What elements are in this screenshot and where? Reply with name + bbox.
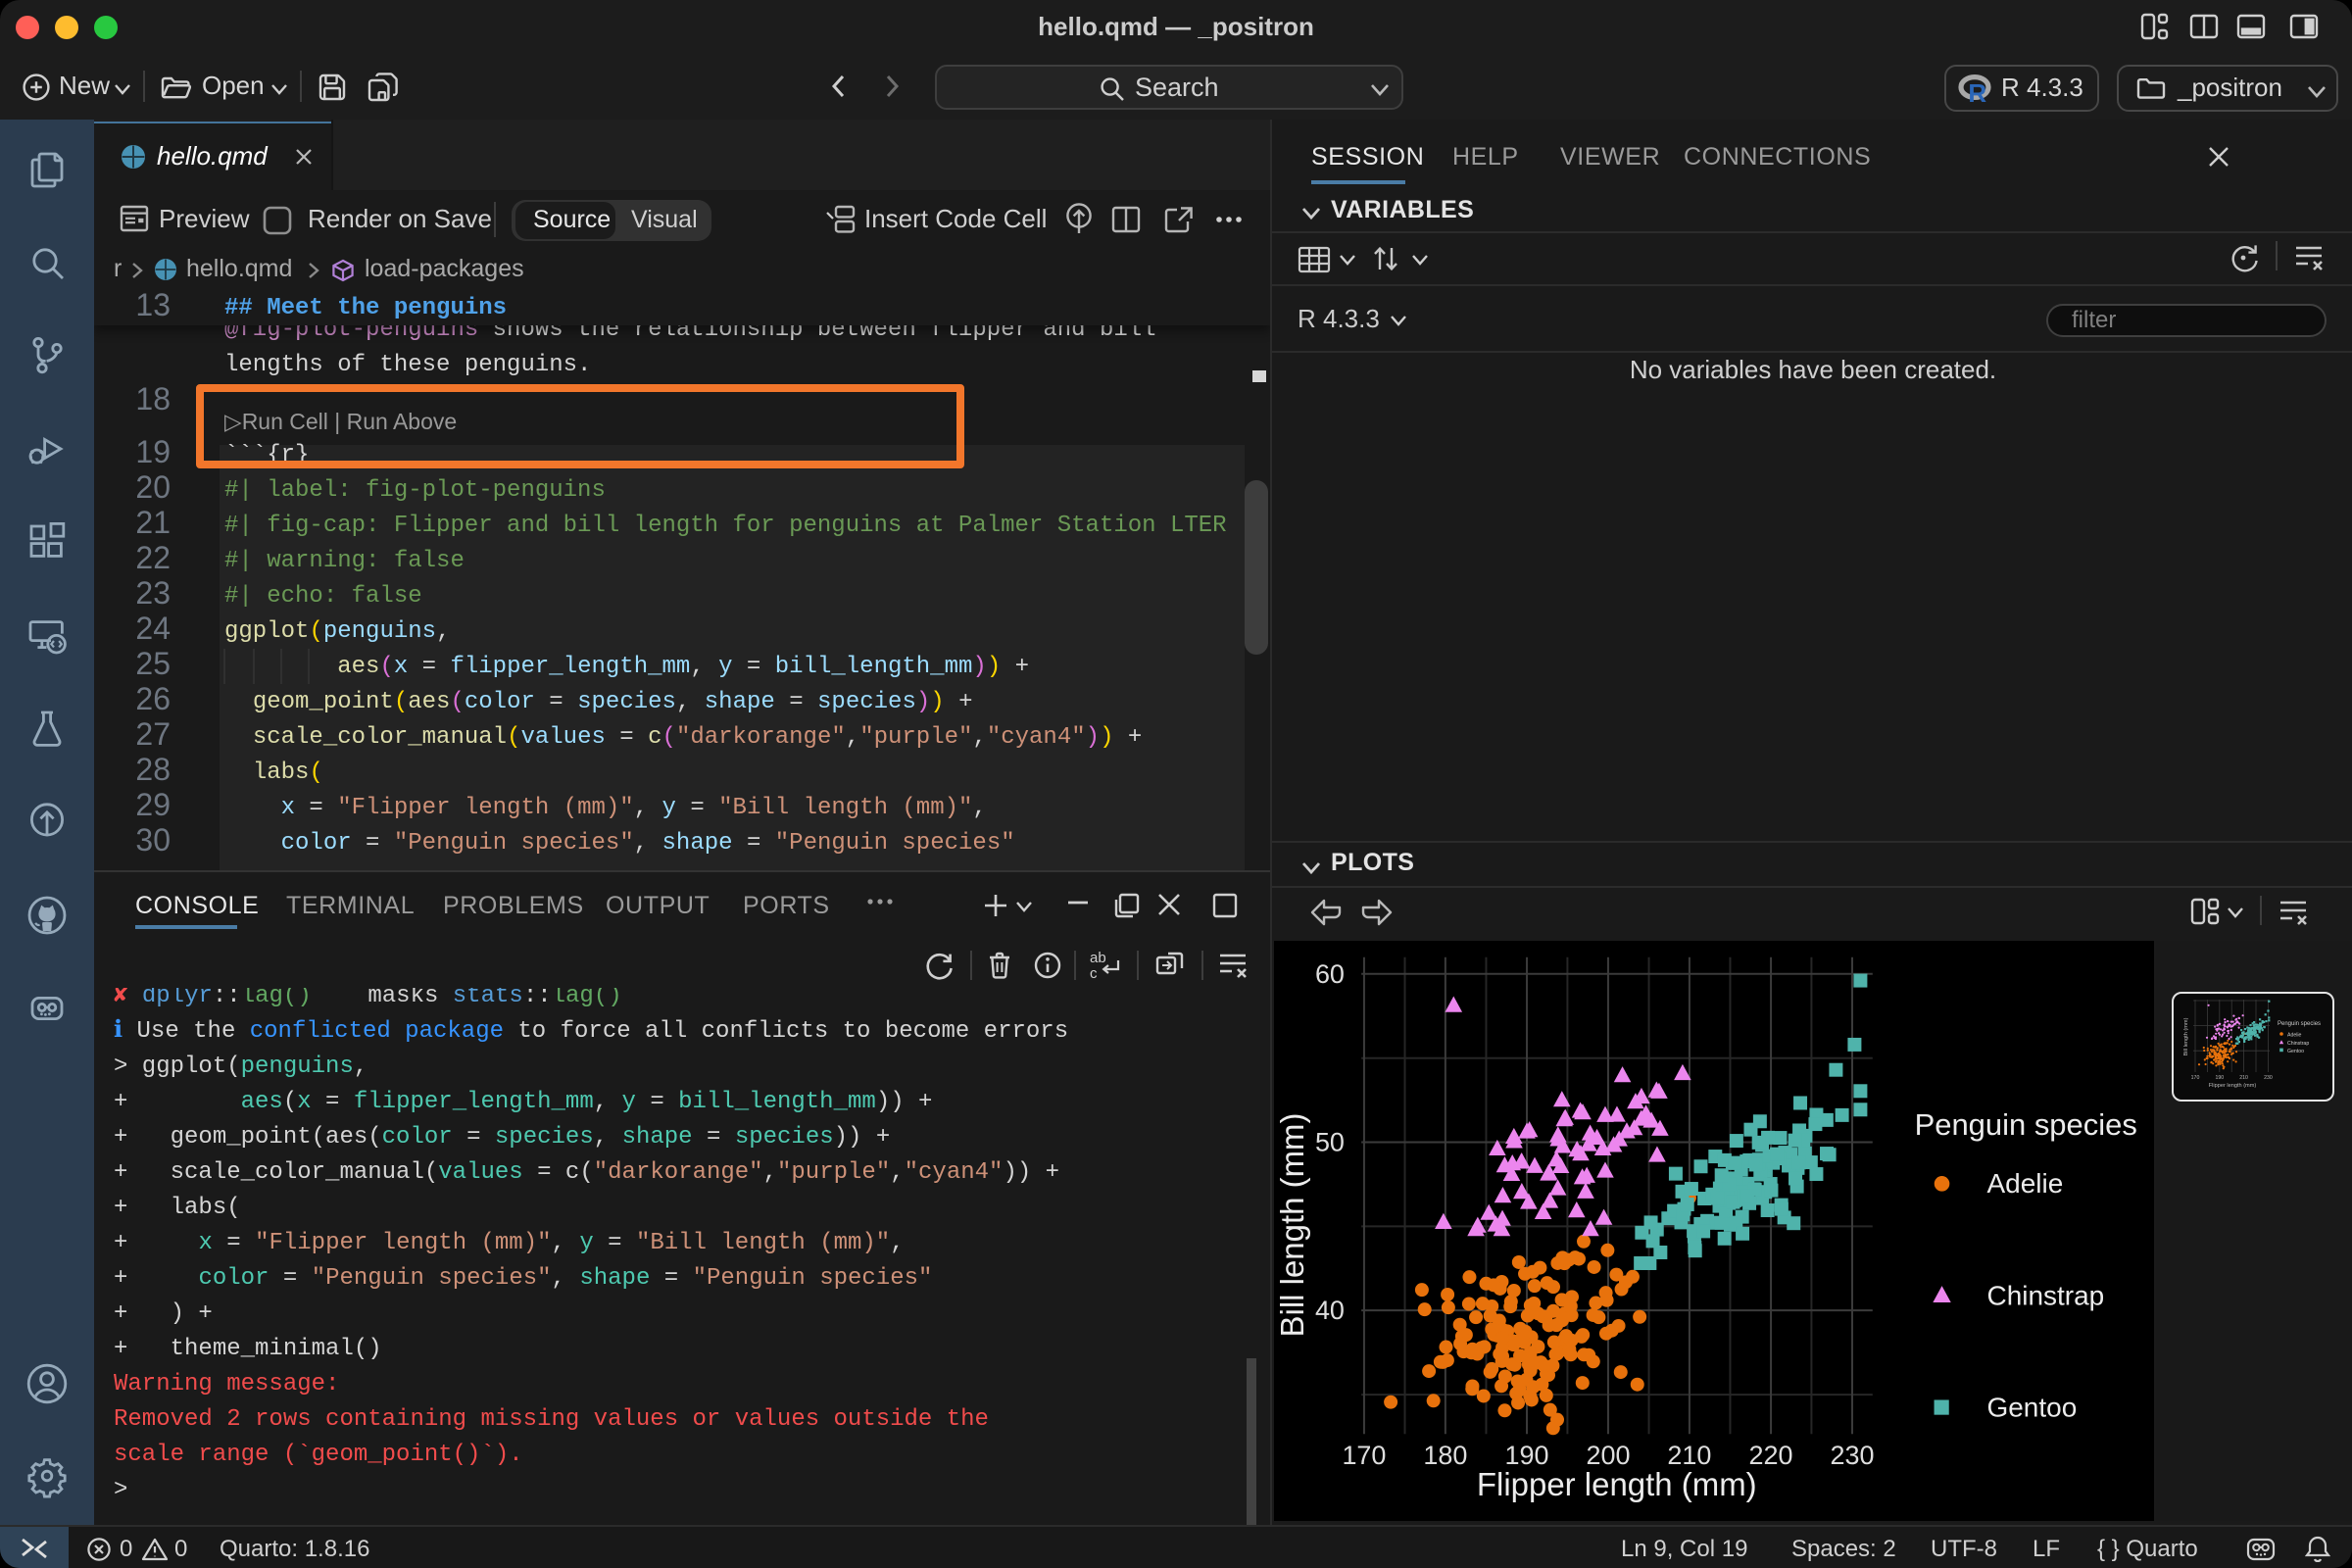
- svg-text:Chinstrap: Chinstrap: [2287, 1040, 2309, 1046]
- svg-text:Adelie: Adelie: [1987, 1168, 2064, 1199]
- svg-text:60: 60: [1315, 958, 1345, 988]
- svg-text:230: 230: [1831, 1440, 1875, 1469]
- svg-text:210: 210: [2239, 1074, 2248, 1080]
- svg-text:40: 40: [1315, 1296, 1345, 1325]
- svg-text:Gentoo: Gentoo: [2287, 1048, 2304, 1054]
- svg-text:Bill length (mm): Bill length (mm): [2183, 1016, 2189, 1054]
- svg-text:Penguin species: Penguin species: [1915, 1106, 2137, 1141]
- svg-text:R: R: [1968, 78, 1986, 104]
- svg-text:ab: ab: [1090, 950, 1106, 966]
- svg-text:190: 190: [2215, 1074, 2224, 1080]
- svg-text:Penguin species: Penguin species: [2278, 1020, 2321, 1026]
- svg-text:Adelie: Adelie: [2287, 1032, 2302, 1038]
- svg-text:Chinstrap: Chinstrap: [1987, 1280, 2105, 1310]
- svg-text:50: 50: [1315, 1127, 1345, 1156]
- svg-text:170: 170: [1342, 1440, 1386, 1469]
- svg-text:Flipper length (mm): Flipper length (mm): [1477, 1465, 1757, 1501]
- svg-text:Bill length (mm): Bill length (mm): [1274, 1112, 1310, 1337]
- svg-text:170: 170: [2191, 1074, 2200, 1080]
- svg-text:Flipper length (mm): Flipper length (mm): [2209, 1082, 2257, 1088]
- svg-text:Gentoo: Gentoo: [1987, 1392, 2078, 1422]
- svg-text:c: c: [1090, 965, 1098, 982]
- svg-text:230: 230: [2264, 1074, 2273, 1080]
- svg-text:180: 180: [1423, 1440, 1467, 1469]
